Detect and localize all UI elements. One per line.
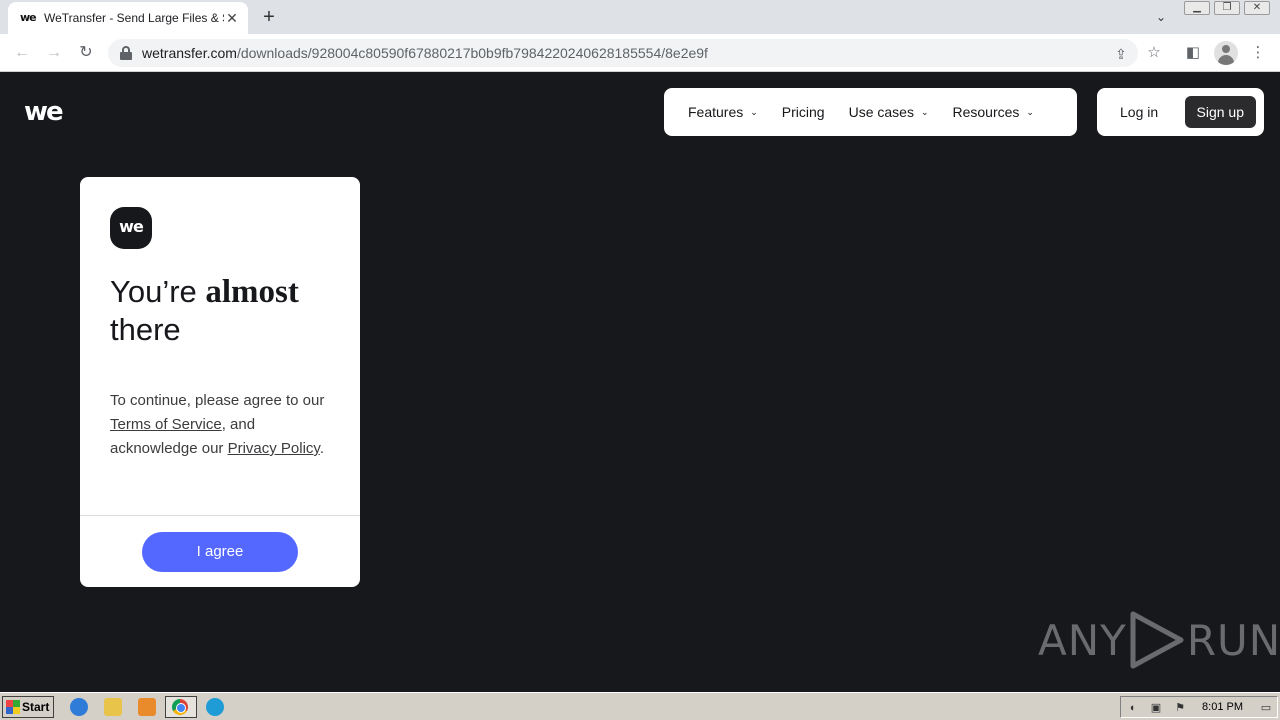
internet-explorer-icon[interactable] (70, 698, 88, 716)
nav-resources[interactable]: Resources ⌄ (953, 104, 1034, 120)
kebab-menu-icon[interactable]: ⋮ (1247, 42, 1269, 64)
media-player-icon[interactable] (138, 698, 156, 716)
wetransfer-logo[interactable]: we (24, 99, 64, 125)
wetransfer-logo-badge: we (110, 207, 152, 249)
show-desktop-icon[interactable]: ▭ (1259, 701, 1273, 715)
minimize-window-button[interactable]: ▁ (1184, 1, 1210, 15)
main-nav: Features ⌄ Pricing Use cases ⌄ Resources… (664, 88, 1077, 136)
star-icon[interactable]: ☆ (1143, 42, 1165, 64)
chevron-down-icon: ⌄ (1026, 106, 1034, 117)
share-icon[interactable]: ⇪ (1112, 45, 1130, 63)
privacy-policy-link[interactable]: Privacy Policy (228, 440, 320, 457)
url-path: /downloads/928004c80590f67880217b0b9fb79… (236, 45, 708, 61)
forward-arrow-icon[interactable]: → (43, 42, 65, 64)
system-tray: ◖ ▣ ⚑ 8:01 PM ▭ (1120, 696, 1278, 718)
card-divider (80, 515, 360, 516)
chevron-down-icon: ⌄ (750, 106, 758, 117)
action-center-flag-icon[interactable]: ⚑ (1173, 701, 1187, 715)
url-domain: wetransfer.com (142, 45, 237, 61)
play-triangle-icon (1130, 611, 1184, 669)
title-prefix: You’re (110, 274, 206, 309)
os-taskbar: Start ◖ ▣ ⚑ 8:01 PM ▭ (0, 692, 1280, 720)
lock-icon[interactable] (120, 46, 132, 60)
restore-window-button[interactable]: ❐ (1214, 1, 1240, 15)
profile-icon[interactable] (1214, 41, 1238, 65)
address-bar[interactable]: wetransfer.com/downloads/928004c80590f67… (108, 39, 1138, 67)
back-arrow-icon[interactable]: ← (11, 42, 33, 64)
close-window-button[interactable]: ✕ (1244, 1, 1270, 15)
nav-pricing[interactable]: Pricing (782, 104, 825, 120)
nav-features-label: Features (688, 104, 744, 120)
browser-tabbar: we WeTransfer - Send Large Files & Sha ✕… (0, 0, 1280, 34)
agree-button[interactable]: I agree (142, 532, 298, 572)
tab-search-chevron-icon[interactable]: ⌄ (1152, 8, 1170, 26)
edge-icon[interactable] (206, 698, 224, 716)
anyrun-watermark: ANY RUN (1038, 610, 1280, 670)
auth-nav: Log in Sign up (1097, 88, 1264, 136)
chrome-icon (172, 699, 188, 715)
side-panel-icon[interactable]: ◧ (1182, 42, 1204, 64)
consent-text-part: To continue, please agree to our (110, 392, 325, 409)
windows-logo-icon (6, 700, 20, 714)
chevron-down-icon: ⌄ (920, 106, 929, 117)
nav-resources-label: Resources (952, 104, 1020, 120)
title-suffix: there (110, 312, 181, 347)
nav-features[interactable]: Features ⌄ (688, 104, 758, 120)
browser-tab[interactable]: we WeTransfer - Send Large Files & Sha ✕ (8, 2, 248, 34)
new-tab-button[interactable]: + (258, 7, 280, 29)
nav-use-cases[interactable]: Use cases ⌄ (849, 104, 929, 120)
page-content: we Features ⌄ Pricing Use cases ⌄ Resour… (0, 72, 1280, 692)
tab-title: WeTransfer - Send Large Files & Sha (44, 11, 224, 25)
consent-text: To continue, please agree to our Terms o… (110, 389, 340, 461)
volume-icon[interactable]: ◖ (1125, 701, 1139, 715)
taskbar-clock[interactable]: 8:01 PM (1202, 701, 1243, 713)
window-controls: ▁ ❐ ✕ (1184, 1, 1270, 15)
nav-pricing-label: Pricing (781, 104, 825, 120)
login-link[interactable]: Log in (1120, 104, 1158, 120)
watermark-right: RUN (1186, 615, 1280, 665)
file-explorer-icon[interactable] (104, 698, 122, 716)
card-title: You’re almost there (110, 273, 340, 349)
watermark-left: ANY (1038, 615, 1127, 665)
nav-use-cases-label: Use cases (848, 104, 914, 120)
start-label: Start (22, 700, 50, 714)
wetransfer-favicon-icon: we (20, 11, 37, 24)
signup-button[interactable]: Sign up (1184, 96, 1256, 128)
terms-of-service-link[interactable]: Terms of Service (110, 416, 222, 433)
start-button[interactable]: Start (2, 696, 54, 718)
terms-consent-card: we You’re almost there To continue, pleas… (80, 177, 360, 587)
title-strong: almost (205, 274, 299, 310)
reload-icon[interactable]: ↻ (75, 42, 97, 64)
close-tab-icon[interactable]: ✕ (224, 10, 240, 26)
browser-toolbar: ← → ↻ wetransfer.com/downloads/928004c80… (0, 34, 1280, 72)
network-icon[interactable]: ▣ (1149, 701, 1163, 715)
consent-text-part: . (319, 440, 324, 457)
